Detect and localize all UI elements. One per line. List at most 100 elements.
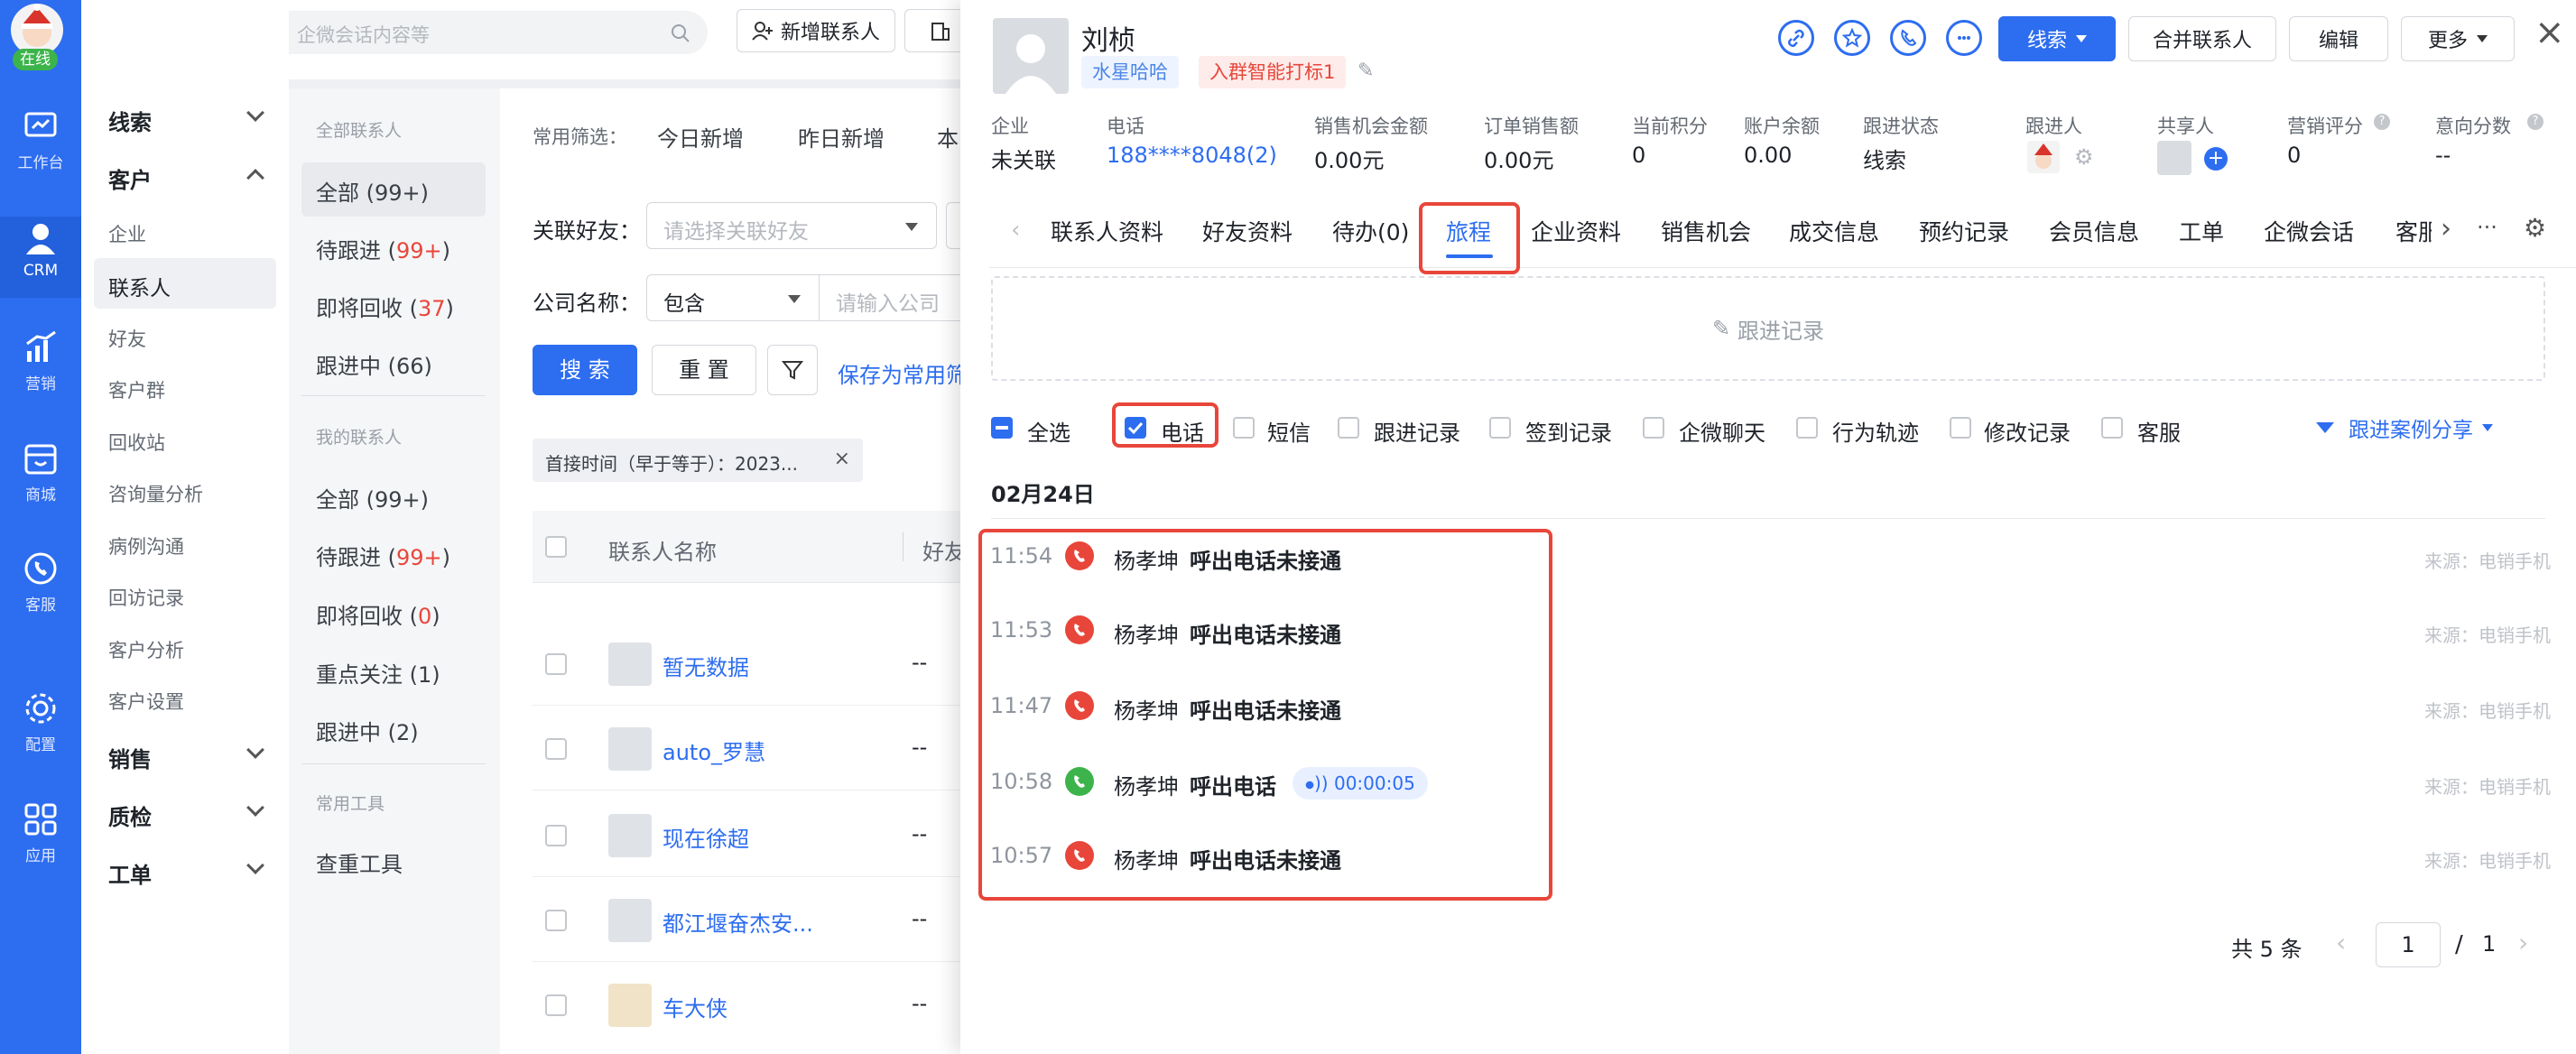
tabs-settings-gear-icon[interactable]: ⚙ bbox=[2524, 213, 2546, 243]
table-row[interactable]: 暂无数据 -- bbox=[533, 621, 960, 706]
contact-name-link[interactable]: 都江堰奋杰安... bbox=[663, 906, 813, 938]
tab-service[interactable]: 客服 bbox=[2395, 215, 2432, 247]
table-row[interactable]: auto_罗慧 -- bbox=[533, 706, 960, 790]
wecom-checkbox[interactable] bbox=[1643, 417, 1664, 439]
filter-my-focus[interactable]: 重点关注 (1) bbox=[316, 657, 440, 689]
add-sharer-icon[interactable]: + bbox=[2204, 147, 2228, 171]
tab-member-info[interactable]: 会员信息 bbox=[2049, 215, 2139, 247]
modify-checkbox[interactable] bbox=[1950, 417, 1971, 439]
row-checkbox[interactable] bbox=[545, 910, 567, 931]
filter-my-pending[interactable]: 待跟进 (99+) bbox=[316, 540, 450, 571]
more-button[interactable]: 更多 bbox=[2401, 16, 2515, 61]
sharer-avatar[interactable] bbox=[2157, 141, 2191, 175]
contact-name-link[interactable]: 暂无数据 bbox=[663, 650, 749, 681]
select-all-checkbox[interactable] bbox=[991, 417, 1013, 439]
close-icon[interactable]: × bbox=[834, 448, 850, 470]
sidebar-item-company[interactable]: 企业 bbox=[108, 220, 146, 247]
sidebar-item-customer-settings[interactable]: 客户设置 bbox=[108, 688, 184, 715]
nav-apps[interactable]: 应用 bbox=[0, 801, 81, 865]
share-case-dropdown[interactable]: 跟进案例分享 bbox=[2316, 411, 2493, 444]
advanced-filter-button[interactable] bbox=[767, 345, 818, 395]
nav-marketing[interactable]: 营销 bbox=[0, 329, 81, 393]
filter-recycle-soon[interactable]: 即将回收 (37) bbox=[316, 291, 454, 322]
filter-my-recycle[interactable]: 即将回收 (0) bbox=[316, 598, 440, 630]
checkin-checkbox[interactable] bbox=[1489, 417, 1511, 439]
filter-all[interactable]: 全部 (99+) bbox=[316, 175, 429, 207]
save-common-filter-link[interactable]: 保存为常用筛 bbox=[838, 357, 968, 389]
table-row[interactable]: 都江堰奋杰安... -- bbox=[533, 877, 960, 962]
sms-checkbox[interactable] bbox=[1233, 417, 1255, 439]
filter-my-following[interactable]: 跟进中 (2) bbox=[316, 715, 419, 746]
merge-contact-button[interactable]: 合并联系人 bbox=[2128, 16, 2276, 61]
nav-service[interactable]: 客服 bbox=[0, 550, 81, 615]
stage-dropdown-button[interactable]: 线索 bbox=[1998, 16, 2116, 61]
sidebar-item-contacts[interactable]: 联系人 bbox=[108, 271, 171, 301]
table-row[interactable]: 车大侠 -- bbox=[533, 962, 960, 1047]
add-contact-button[interactable]: 新增联系人 bbox=[737, 9, 895, 52]
sidebar-item-consult-analysis[interactable]: 咨询量分析 bbox=[108, 480, 203, 507]
tab-sales-opportunity[interactable]: 销售机会 bbox=[1661, 215, 1751, 247]
sidebar-group-ticket[interactable]: 工单 bbox=[108, 857, 152, 889]
tab-todo[interactable]: 待办(0) bbox=[1332, 215, 1409, 247]
link-button[interactable] bbox=[1778, 20, 1814, 56]
row-checkbox[interactable] bbox=[545, 738, 567, 760]
tabs-more-icon[interactable]: ··· bbox=[2477, 215, 2497, 240]
favorite-button[interactable] bbox=[1834, 20, 1870, 56]
phone-checkbox[interactable] bbox=[1125, 417, 1146, 439]
sidebar-group-sales[interactable]: 销售 bbox=[108, 742, 152, 773]
select-all-label[interactable]: 全选 bbox=[1027, 415, 1070, 447]
sidebar-item-recycle-bin[interactable]: 回收站 bbox=[108, 429, 165, 456]
modify-label[interactable]: 修改记录 bbox=[1984, 415, 2071, 447]
sidebar-item-customer-analysis[interactable]: 客户分析 bbox=[108, 636, 184, 663]
nav-workbench[interactable]: 工作台 bbox=[0, 108, 81, 172]
sidebar-group-leads[interactable]: 线索 bbox=[108, 105, 152, 136]
tab-friend-info[interactable]: 好友资料 bbox=[1202, 215, 1293, 247]
sidebar-item-friends[interactable]: 好友 bbox=[108, 325, 146, 352]
service-checkbox[interactable] bbox=[2101, 417, 2123, 439]
active-filter-tag[interactable]: 首接时间（早于等于）：2023... × bbox=[533, 439, 863, 482]
filter-following[interactable]: 跟进中 (66) bbox=[316, 348, 432, 380]
follower-settings-gear-icon[interactable]: ⚙ bbox=[2074, 144, 2094, 170]
behavior-label[interactable]: 行为轨迹 bbox=[1832, 415, 1919, 447]
tabs-scroll-right-icon[interactable]: › bbox=[2441, 213, 2451, 245]
company-op-select[interactable]: 包含 bbox=[646, 274, 820, 321]
follow-label[interactable]: 跟进记录 bbox=[1374, 415, 1460, 447]
follow-record-box[interactable]: ✎ 跟进记录 bbox=[991, 276, 2545, 381]
reset-button[interactable]: 重 置 bbox=[652, 345, 756, 395]
filter-pending[interactable]: 待跟进 (99+) bbox=[316, 233, 450, 264]
friend-select[interactable]: 请选择关联好友 bbox=[646, 202, 937, 249]
row-checkbox[interactable] bbox=[545, 825, 567, 846]
checkin-label[interactable]: 签到记录 bbox=[1525, 415, 1612, 447]
quick-filter-today[interactable]: 今日新增 bbox=[657, 121, 744, 153]
nav-mall[interactable]: 商城 bbox=[0, 440, 81, 504]
follow-checkbox[interactable] bbox=[1338, 417, 1359, 439]
message-button[interactable] bbox=[1946, 20, 1982, 56]
filter-my-all[interactable]: 全部 (99+) bbox=[316, 482, 429, 513]
phone-label[interactable]: 电话 bbox=[1161, 415, 1204, 447]
behavior-checkbox[interactable] bbox=[1796, 417, 1818, 439]
sidebar-item-revisit-records[interactable]: 回访记录 bbox=[108, 584, 184, 611]
tab-wecom-chat[interactable]: 企微会话 bbox=[2264, 215, 2354, 247]
sidebar-group-qc[interactable]: 质检 bbox=[108, 800, 152, 831]
tab-contact-info[interactable]: 联系人资料 bbox=[1051, 215, 1163, 247]
tab-appointments[interactable]: 预约记录 bbox=[1919, 215, 2009, 247]
contact-name-link[interactable]: 车大侠 bbox=[663, 991, 727, 1022]
help-icon[interactable]: ? bbox=[2527, 114, 2544, 130]
quick-filter-this[interactable]: 本 bbox=[937, 121, 959, 153]
help-icon[interactable]: ? bbox=[2374, 114, 2390, 130]
tab-company-info[interactable]: 企业资料 bbox=[1531, 215, 1621, 247]
row-checkbox[interactable] bbox=[545, 994, 567, 1016]
select-all-checkbox[interactable] bbox=[545, 536, 567, 558]
sms-label[interactable]: 短信 bbox=[1267, 415, 1311, 447]
col-contact-name[interactable]: 联系人名称 bbox=[608, 534, 717, 566]
tab-deal-info[interactable]: 成交信息 bbox=[1789, 215, 1879, 247]
tab-ticket[interactable]: 工单 bbox=[2179, 215, 2224, 247]
row-checkbox[interactable] bbox=[545, 653, 567, 675]
table-row[interactable]: 现在徐超 -- bbox=[533, 790, 960, 877]
contact-name-link[interactable]: auto_罗慧 bbox=[663, 735, 765, 766]
field-value-phone[interactable]: 188****8048(2) bbox=[1107, 143, 1277, 168]
wecom-label[interactable]: 企微聊天 bbox=[1679, 415, 1765, 447]
edit-button[interactable]: 编辑 bbox=[2289, 16, 2388, 61]
call-button[interactable] bbox=[1890, 20, 1926, 56]
search-button[interactable]: 搜 索 bbox=[533, 345, 637, 395]
